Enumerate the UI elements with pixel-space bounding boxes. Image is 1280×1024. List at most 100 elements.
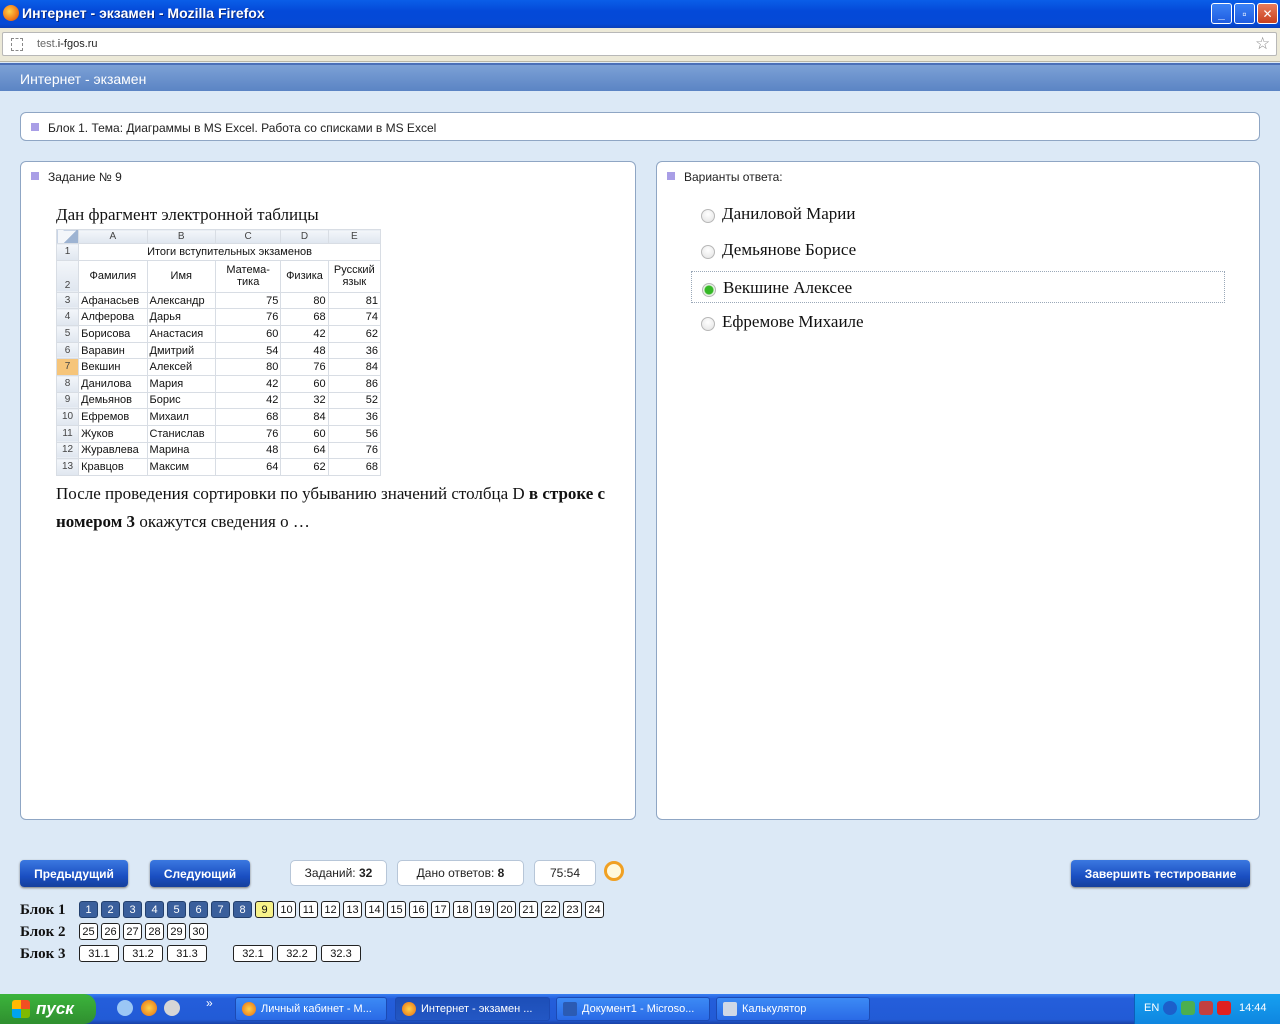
tray-antivirus-icon[interactable] [1217,1001,1231,1015]
question-nav-item[interactable]: 22 [541,901,560,918]
row-number: 4 [55,308,80,327]
bullet-square-icon [31,123,39,131]
question-nav-item[interactable]: 20 [497,901,516,918]
maximize-button[interactable]: ▫ [1234,3,1255,24]
question-nav-item[interactable]: 26 [101,923,120,940]
taskbar-button-active[interactable]: Интернет - экзамен ... [395,997,550,1021]
tray-app-icon[interactable] [1199,1001,1213,1015]
question-nav-item[interactable]: 12 [321,901,340,918]
window-titlebar[interactable]: Интернет - экзамен - Mozilla Firefox _ ▫… [0,0,1280,28]
url-field[interactable]: test.i-fgos.ru ☆ [2,32,1277,56]
cell-math: 75 [214,291,282,310]
question-nav-item[interactable]: 3 [123,901,142,918]
question-nav-item[interactable]: 18 [453,901,472,918]
question-label: Задание № 9 [31,170,122,184]
radio-button-checked[interactable] [702,283,716,297]
taskbar-button[interactable]: Калькулятор [716,997,870,1021]
cell-russian: 76 [327,441,382,460]
close-button[interactable]: ✕ [1257,3,1278,24]
question-nav-item[interactable]: 8 [233,901,252,918]
question-nav-item[interactable]: 32.1 [233,945,273,962]
col-header: D [280,228,329,245]
clock: 14:44 [1239,1002,1267,1014]
language-indicator[interactable]: EN [1144,1002,1159,1014]
cell-math: 68 [214,408,282,426]
firefox-quicklaunch-icon[interactable] [141,1000,157,1016]
answer-option[interactable]: Даниловой Марии [691,198,1225,230]
answer-option[interactable]: Ефремове Михаиле [691,306,1225,338]
question-nav-item[interactable]: 5 [167,901,186,918]
row-number: 3 [55,291,80,310]
taskbar-button[interactable]: Личный кабинет - M... [235,997,387,1021]
cell-surname: Алферова [78,308,148,327]
question-nav-item[interactable]: 32.3 [321,945,361,962]
quicklaunch-expand-icon[interactable]: » [206,996,213,1010]
answer-option[interactable]: Демьянове Борисе [691,234,1225,266]
sheet-row: 13 Кравцов Максим 64 62 68 [55,458,382,476]
cell-name: Дмитрий [146,341,216,360]
question-nav-item[interactable]: 19 [475,901,494,918]
cell-surname: Жуков [78,424,148,443]
question-panel: Задание № 9 Дан фрагмент электронной таб… [20,161,636,820]
question-nav-item[interactable]: 21 [519,901,538,918]
question-nav-item[interactable]: 31.2 [123,945,163,962]
timer-box: 75:54 [534,860,596,886]
taskbar-button[interactable]: Документ1 - Microso... [556,997,710,1021]
question-nav-item[interactable]: 25 [79,923,98,940]
spreadsheet-fragment: A B C D E 1 Итоги вступительных экзамено… [55,228,382,476]
firefox-icon [242,1002,256,1016]
topic-panel: Блок 1. Тема: Диаграммы в MS Excel. Рабо… [20,112,1260,141]
question-nav-item[interactable]: 27 [123,923,142,940]
previous-button[interactable]: Предыдущий [20,860,128,887]
desktop-icon[interactable] [117,1000,133,1016]
row-number: 6 [55,341,80,360]
row-number: 2 [55,259,80,293]
calculator-icon [723,1002,737,1016]
radio-button[interactable] [701,317,715,331]
tray-arrow-icon[interactable] [1163,1001,1177,1015]
windows-logo-icon [12,1000,30,1018]
question-nav-item[interactable]: 7 [211,901,230,918]
question-nav-item[interactable]: 17 [431,901,450,918]
question-nav-item[interactable]: 16 [409,901,428,918]
question-nav-item[interactable]: 30 [189,923,208,940]
question-nav-item[interactable]: 10 [277,901,296,918]
minimize-button[interactable]: _ [1211,3,1232,24]
cell-physics: 64 [280,441,329,460]
bookmark-star-icon[interactable]: ☆ [1255,34,1270,54]
next-button[interactable]: Следующий [150,860,250,887]
question-nav-item[interactable]: 1 [79,901,98,918]
tray-network-icon[interactable] [1181,1001,1195,1015]
question-nav-item[interactable]: 24 [585,901,604,918]
question-nav-item[interactable]: 11 [299,901,318,918]
cell-physics: 60 [280,375,329,393]
row-number: 13 [55,458,80,476]
cell-surname: Журавлева [78,441,148,460]
start-button[interactable]: пуск [0,994,96,1024]
question-nav-item[interactable]: 15 [387,901,406,918]
cell-name: Дарья [146,308,216,327]
question-nav-item[interactable]: 13 [343,901,362,918]
cell-math: 80 [214,358,282,377]
answer-option-selected[interactable]: Векшине Алексее [691,271,1225,303]
question-nav-item[interactable]: 2 [101,901,120,918]
question-nav-item[interactable]: 31.3 [167,945,207,962]
cell-name: Анастасия [146,325,216,343]
question-nav-item[interactable]: 4 [145,901,164,918]
app-quicklaunch-icon[interactable] [164,1000,180,1016]
question-nav-item[interactable]: 9 [255,901,274,918]
question-nav-item[interactable]: 29 [167,923,186,940]
radio-button[interactable] [701,209,715,223]
question-nav-item[interactable]: 28 [145,923,164,940]
finish-test-button[interactable]: Завершить тестирование [1071,860,1250,887]
question-nav-item[interactable]: 32.2 [277,945,317,962]
firefox-icon [3,5,19,21]
cell-name: Михаил [146,408,216,426]
radio-button[interactable] [701,245,715,259]
question-nav-item[interactable]: 31.1 [79,945,119,962]
question-nav-item[interactable]: 6 [189,901,208,918]
question-nav-item[interactable]: 23 [563,901,582,918]
cell-name: Максим [146,458,216,476]
cell-physics: 80 [280,291,329,310]
question-nav-item[interactable]: 14 [365,901,384,918]
